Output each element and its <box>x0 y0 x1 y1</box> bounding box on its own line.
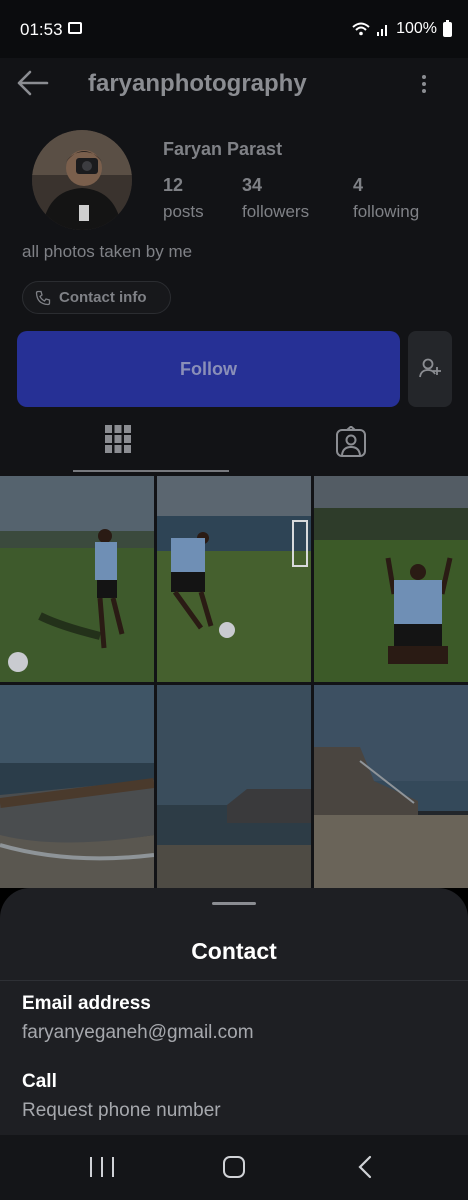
sheet-drag-handle[interactable] <box>212 902 256 905</box>
grid-icon <box>105 425 131 453</box>
tab-tagged[interactable] <box>273 414 429 472</box>
battery-percent: 100% <box>396 20 437 37</box>
followers-label: followers <box>242 202 310 221</box>
wifi-icon <box>352 22 370 36</box>
signal-icon <box>377 25 388 36</box>
posts-label: posts <box>163 202 204 221</box>
system-navigation-bar <box>0 1135 468 1200</box>
email-value[interactable]: faryanyeganeh@gmail.com <box>22 1022 254 1044</box>
post-thumbnail[interactable] <box>157 476 311 682</box>
tab-posts-grid[interactable] <box>73 414 229 472</box>
posts-stat[interactable]: 12 posts <box>163 175 204 222</box>
contact-info-button[interactable]: Contact info <box>22 281 171 314</box>
battery-icon <box>443 19 452 37</box>
sheet-divider <box>0 980 468 981</box>
back-arrow-icon[interactable] <box>16 68 50 98</box>
call-value[interactable]: Request phone number <box>22 1100 221 1122</box>
more-options-icon[interactable] <box>414 72 434 96</box>
status-bar: 01:53 100% <box>0 0 468 58</box>
status-indicators: 100% <box>352 19 452 38</box>
email-heading[interactable]: Email address <box>22 993 151 1015</box>
following-count: 4 <box>353 175 364 195</box>
post-thumbnail[interactable] <box>0 685 154 888</box>
add-person-icon <box>419 358 441 377</box>
post-thumbnail[interactable] <box>314 476 468 682</box>
followers-count: 34 <box>242 175 263 195</box>
phone-icon <box>35 290 51 305</box>
post-thumbnail[interactable] <box>314 685 468 888</box>
suggested-accounts-button[interactable] <box>408 331 452 407</box>
tagged-person-icon <box>336 426 366 457</box>
contact-info-label: Contact info <box>59 289 147 306</box>
recent-apps-icon[interactable] <box>90 1157 114 1177</box>
following-label: following <box>353 202 420 221</box>
display-name: Faryan Parast <box>163 139 283 159</box>
image-notification-icon <box>68 22 82 34</box>
post-thumbnail[interactable] <box>157 685 311 888</box>
nav-back-icon[interactable] <box>356 1155 374 1179</box>
post-thumbnail[interactable] <box>0 476 154 682</box>
posts-count: 12 <box>163 175 184 195</box>
sheet-title: Contact <box>191 938 277 964</box>
status-time: 01:53 <box>20 20 63 39</box>
followers-stat[interactable]: 34 followers <box>242 175 309 222</box>
home-icon[interactable] <box>223 1156 245 1178</box>
profile-header: faryanphotography <box>0 58 468 108</box>
profile-bio: all photos taken by me <box>22 242 193 261</box>
profile-avatar[interactable] <box>32 130 132 230</box>
follow-button[interactable]: Follow <box>17 331 400 407</box>
profile-username: faryanphotography <box>88 70 307 97</box>
following-stat[interactable]: 4 following <box>353 175 419 222</box>
call-heading[interactable]: Call <box>22 1071 57 1093</box>
